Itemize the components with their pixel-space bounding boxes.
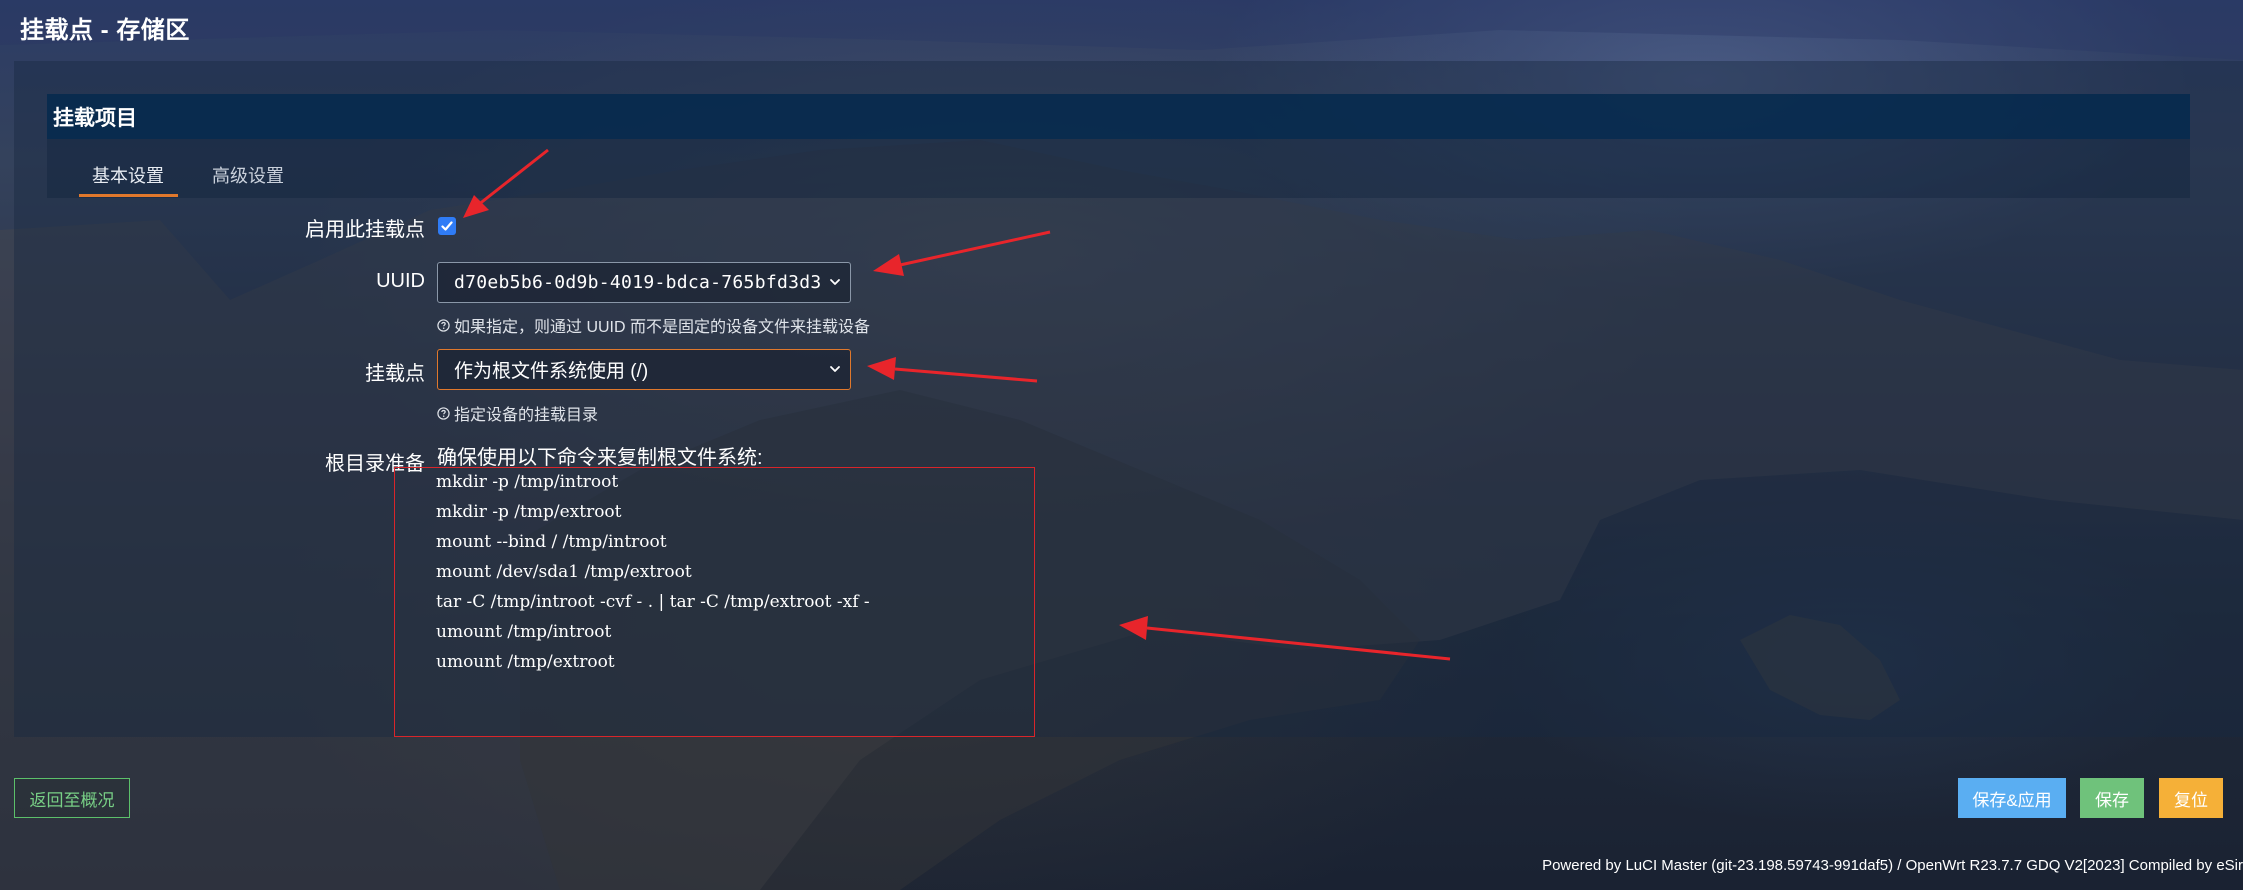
command-line: mount --bind / /tmp/introot — [436, 532, 667, 552]
command-line: mount /dev/sda1 /tmp/extroot — [436, 562, 692, 582]
mountpoint-label: 挂载点 — [365, 363, 425, 385]
uuid-hint-text: 如果指定，则通过 UUID 而不是固定的设备文件来挂载设备 — [454, 319, 871, 336]
uuid-select[interactable]: d70eb5b6-0d9b-4019-bdca-765bfd3d3 — [437, 262, 851, 303]
chevron-down-icon — [830, 279, 840, 285]
uuid-label: UUID — [376, 270, 425, 292]
mountpoint-hint: 指定设备的挂载目录 — [437, 401, 598, 425]
reset-button[interactable]: 复位 — [2159, 778, 2223, 818]
page-title: 挂载点 - 存储区 — [20, 17, 190, 44]
enable-mount-checkbox[interactable] — [438, 217, 456, 235]
command-line: mkdir -p /tmp/introot — [436, 472, 619, 492]
tab-advanced-settings[interactable]: 高级设置 — [212, 162, 284, 188]
section-header-bar — [47, 94, 2190, 139]
help-circle-icon — [437, 406, 450, 420]
mountpoint-select-value: 作为根文件系统使用 (/) — [454, 361, 649, 382]
active-tab-indicator — [79, 194, 178, 197]
mountpoint-hint-text: 指定设备的挂载目录 — [454, 407, 599, 424]
command-line: umount /tmp/introot — [436, 622, 612, 642]
command-line: mkdir -p /tmp/extroot — [436, 502, 622, 522]
uuid-hint: 如果指定，则通过 UUID 而不是固定的设备文件来挂载设备 — [437, 313, 870, 337]
uuid-select-value: d70eb5b6-0d9b-4019-bdca-765bfd3d3 — [454, 272, 822, 293]
save-button[interactable]: 保存 — [2080, 778, 2144, 818]
help-circle-icon — [437, 318, 450, 332]
command-line: umount /tmp/extroot — [436, 652, 615, 672]
footer-text: Powered by LuCI Master (git-23.198.59743… — [1542, 857, 2243, 874]
save-apply-button[interactable]: 保存&应用 — [1958, 778, 2066, 818]
mountpoint-select[interactable]: 作为根文件系统使用 (/) — [437, 349, 851, 390]
section-title: 挂载项目 — [53, 107, 137, 130]
tab-basic-settings[interactable]: 基本设置 — [92, 162, 164, 188]
chevron-down-icon — [830, 366, 840, 372]
checkmark-icon — [441, 221, 453, 231]
enable-mount-label: 启用此挂载点 — [305, 219, 425, 241]
command-line: tar -C /tmp/introot -cvf - . | tar -C /t… — [436, 592, 870, 612]
root-prep-intro: 确保使用以下命令来复制根文件系统: — [437, 447, 763, 469]
back-to-overview-button[interactable]: 返回至概况 — [14, 778, 130, 818]
